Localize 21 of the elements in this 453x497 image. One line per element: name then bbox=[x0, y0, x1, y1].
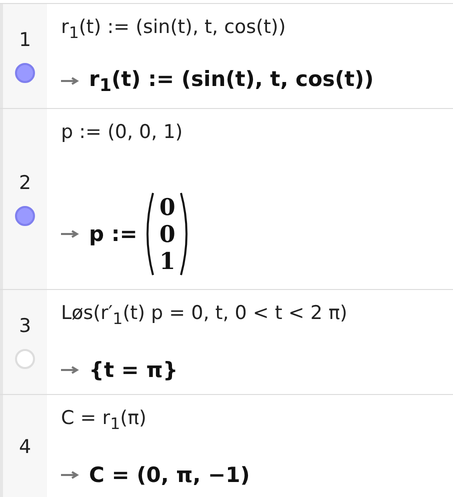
arrow-icon bbox=[61, 77, 79, 86]
input-expression[interactable]: p := (0, 0, 1) bbox=[61, 121, 453, 143]
row-number: 1 bbox=[18, 29, 32, 51]
visibility-toggle[interactable] bbox=[15, 63, 35, 83]
arrow-icon bbox=[61, 230, 79, 238]
output-expression: p := bbox=[89, 222, 138, 246]
visibility-toggle[interactable] bbox=[15, 206, 35, 226]
row-number: 3 bbox=[18, 315, 32, 337]
input-expression[interactable]: r$_{1}$(t) := (sin(t), t, cos(t)) bbox=[61, 16, 453, 42]
output-expression: {t = π} bbox=[89, 358, 178, 382]
vector-entry: 0 bbox=[159, 194, 176, 220]
row-number: 4 bbox=[18, 436, 32, 458]
input-expression[interactable]: C = r$_{1}$(π) bbox=[61, 407, 453, 433]
vector-entry: 0 bbox=[159, 220, 176, 248]
vector-entry: 1 bbox=[159, 248, 176, 274]
arrow-icon bbox=[61, 471, 79, 479]
row-number: 2 bbox=[18, 172, 32, 194]
arrow-icon bbox=[61, 366, 79, 374]
input-expression[interactable]: Løs(r′$_{1}$(t) p = 0, t, 0 < t < 2 π) bbox=[61, 302, 453, 328]
output-expression: r$_{1}$(t) := (sin(t), t, cos(t)) bbox=[89, 66, 374, 96]
output-expression: C = (0, π, −1) bbox=[89, 463, 250, 487]
